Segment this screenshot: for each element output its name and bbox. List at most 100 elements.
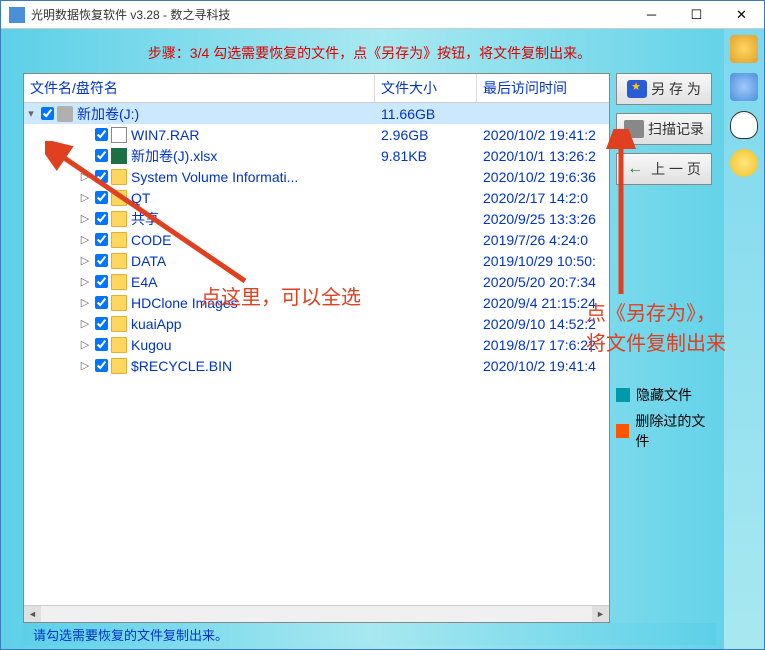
horizontal-scrollbar[interactable]: ◄ ► xyxy=(24,605,609,622)
help-icon[interactable] xyxy=(730,149,758,177)
folder-icon xyxy=(111,316,127,332)
row-date: 2019/8/17 17:6:22 xyxy=(477,337,609,353)
tree-row[interactable]: ▷ DATA 2019/10/29 10:50: xyxy=(24,250,609,271)
column-name[interactable]: 文件名/盘符名 xyxy=(24,74,375,102)
root-checkbox[interactable] xyxy=(41,107,54,120)
titlebar: 光明数据恢复软件 v3.28 - 数之寻科技 ─ ☐ ✕ xyxy=(1,1,764,29)
expander-icon[interactable]: ▷ xyxy=(78,317,92,330)
row-checkbox[interactable] xyxy=(95,317,108,330)
row-date: 2020/10/2 19:6:36 xyxy=(477,169,609,185)
column-size[interactable]: 文件大小 xyxy=(375,74,477,102)
row-date: 2020/10/2 19:41:4 xyxy=(477,358,609,374)
row-date: 2020/5/20 20:7:34 xyxy=(477,274,609,290)
row-checkbox[interactable] xyxy=(95,149,108,162)
save-as-button[interactable]: 另 存 为 xyxy=(616,73,712,105)
folder-icon xyxy=(111,253,127,269)
row-checkbox[interactable] xyxy=(95,359,108,372)
row-checkbox[interactable] xyxy=(95,212,108,225)
tree-row[interactable]: ▷ kuaiApp 2020/9/10 14:52:2 xyxy=(24,313,609,334)
row-date: 2020/10/2 19:41:2 xyxy=(477,127,609,143)
row-checkbox[interactable] xyxy=(95,275,108,288)
expander-icon[interactable]: ▷ xyxy=(78,191,92,204)
settings-icon[interactable] xyxy=(730,73,758,101)
expander-icon[interactable]: ▷ xyxy=(78,296,92,309)
row-date: 2020/2/17 14:2:0 xyxy=(477,190,609,206)
row-name: 新加卷(J:) xyxy=(77,104,375,124)
row-checkbox[interactable] xyxy=(95,233,108,246)
row-name: 新加卷(J).xlsx xyxy=(131,146,375,166)
window-title: 光明数据恢复软件 v3.28 - 数之寻科技 xyxy=(31,6,629,23)
legend: 隐藏文件 删除过的文件 xyxy=(616,385,716,451)
save-as-label: 另 存 为 xyxy=(651,79,701,99)
tree-root-row[interactable]: ▾ 新加卷(J:) 11.66GB xyxy=(24,103,609,124)
legend-hidden-label: 隐藏文件 xyxy=(636,385,692,405)
row-name: WIN7.RAR xyxy=(131,127,375,143)
file-icon xyxy=(111,127,127,143)
row-date: 2020/9/10 14:52:2 xyxy=(477,316,609,332)
folder-icon xyxy=(111,211,127,227)
folder-icon xyxy=(111,232,127,248)
grid-body: ▾ 新加卷(J:) 11.66GB WIN7.RAR 2.96GB 2020/1… xyxy=(24,103,609,605)
row-checkbox[interactable] xyxy=(95,191,108,204)
tree-row[interactable]: WIN7.RAR 2.96GB 2020/10/2 19:41:2 xyxy=(24,124,609,145)
scroll-right-button[interactable]: ► xyxy=(592,606,609,623)
file-list-panel: 文件名/盘符名 文件大小 最后访问时间 ▾ 新加卷(J:) 11.66GB WI… xyxy=(23,73,610,623)
minimize-button[interactable]: ─ xyxy=(629,1,674,29)
tree-row[interactable]: ▷ CODE 2019/7/26 4:24:0 xyxy=(24,229,609,250)
row-checkbox[interactable] xyxy=(95,254,108,267)
row-name: DATA xyxy=(131,253,375,269)
tree-row[interactable]: 新加卷(J).xlsx 9.81KB 2020/10/1 13:26:2 xyxy=(24,145,609,166)
legend-deleted-swatch xyxy=(616,424,629,438)
expander-icon[interactable]: ▷ xyxy=(78,170,92,183)
tree-row[interactable]: ▷ E4A 2020/5/20 20:7:34 xyxy=(24,271,609,292)
row-checkbox[interactable] xyxy=(95,128,108,141)
row-checkbox[interactable] xyxy=(95,338,108,351)
row-name: QT xyxy=(131,190,375,206)
close-button[interactable]: ✕ xyxy=(719,1,764,29)
row-date: 2020/9/25 13:3:26 xyxy=(477,211,609,227)
tree-row[interactable]: ▷ HDClone Images 2020/9/4 21:15:24 xyxy=(24,292,609,313)
expander-icon[interactable]: ▷ xyxy=(78,359,92,372)
expander-icon[interactable]: ▷ xyxy=(78,254,92,267)
folder-icon xyxy=(111,274,127,290)
scroll-left-button[interactable]: ◄ xyxy=(24,606,41,623)
row-name: E4A xyxy=(131,274,375,290)
expander-icon[interactable]: ▷ xyxy=(78,212,92,225)
expander-icon[interactable]: ▷ xyxy=(78,233,92,246)
toolbar-icon-1[interactable] xyxy=(730,35,758,63)
column-date[interactable]: 最后访问时间 xyxy=(477,74,609,102)
scan-log-button[interactable]: 扫描记录 xyxy=(616,113,712,145)
star-icon xyxy=(627,80,647,98)
tree-row[interactable]: ▷ Kugou 2019/8/17 17:6:22 xyxy=(24,334,609,355)
qq-icon[interactable] xyxy=(730,111,758,139)
xlsx-icon xyxy=(111,148,127,164)
row-checkbox[interactable] xyxy=(95,170,108,183)
tree-row[interactable]: ▷ 共享 2020/9/25 13:3:26 xyxy=(24,208,609,229)
prev-page-label: 上 一 页 xyxy=(651,159,701,179)
row-date: 2019/10/29 10:50: xyxy=(477,253,609,269)
scan-log-label: 扫描记录 xyxy=(648,119,704,139)
row-checkbox[interactable] xyxy=(95,296,108,309)
arrow-left-icon xyxy=(627,160,647,178)
row-size: 11.66GB xyxy=(375,106,477,122)
tree-row[interactable]: ▷ System Volume Informati... 2020/10/2 1… xyxy=(24,166,609,187)
expander-icon[interactable]: ▷ xyxy=(78,275,92,288)
statusbar: 请勾选需要恢复的文件复制出来。 xyxy=(23,623,716,645)
tree-row[interactable]: ▷ QT 2020/2/17 14:2:0 xyxy=(24,187,609,208)
folder-icon xyxy=(111,295,127,311)
camera-icon xyxy=(624,120,644,138)
row-name: System Volume Informati... xyxy=(131,169,375,185)
expander-icon[interactable]: ▾ xyxy=(24,107,38,120)
row-size: 9.81KB xyxy=(375,148,477,164)
maximize-button[interactable]: ☐ xyxy=(674,1,719,29)
legend-deleted-label: 删除过的文件 xyxy=(635,411,716,451)
folder-icon xyxy=(111,169,127,185)
tree-row[interactable]: ▷ $RECYCLE.BIN 2020/10/2 19:41:4 xyxy=(24,355,609,376)
row-name: $RECYCLE.BIN xyxy=(131,358,375,374)
legend-hidden-swatch xyxy=(616,388,630,402)
expander-icon[interactable]: ▷ xyxy=(78,338,92,351)
prev-page-button[interactable]: 上 一 页 xyxy=(616,153,712,185)
row-date: 2019/7/26 4:24:0 xyxy=(477,232,609,248)
drive-icon xyxy=(57,106,73,122)
folder-icon xyxy=(111,358,127,374)
